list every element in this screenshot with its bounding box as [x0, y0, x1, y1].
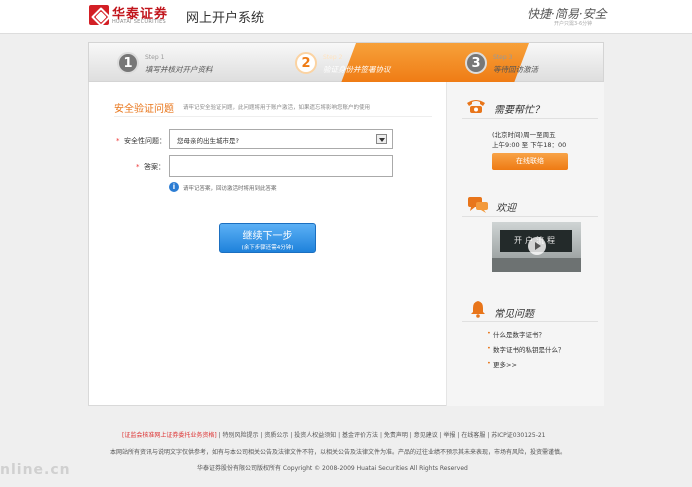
help-hours: (北京时间)周一至周五 [492, 131, 556, 139]
bell-icon [471, 301, 485, 318]
footer-license-link[interactable]: [证监会核准网上证券委托业务资格] [122, 432, 217, 439]
header: 华泰证券 HUATAI SECURITIES 网上开户系统 快捷·简易·安全 开… [0, 0, 692, 34]
play-icon[interactable] [528, 237, 546, 255]
step-progress-bar: 1 Step 1 填写并核对开户资料 2 Step 2 验证身份并签署协议 3 … [88, 42, 604, 83]
section-note: 请牢记安全验证问题，此问题将用于账户激活，如果遗忘将影响您账户的使用 [183, 105, 371, 111]
help-divider [462, 118, 598, 119]
answer-label: 答案： [144, 163, 165, 171]
answer-hint: 请牢记答案，回访激活时将用到此答案 [183, 186, 277, 192]
next-step-sub: (余下步骤还需4分钟) [241, 245, 294, 251]
security-question-select[interactable]: 您母亲的出生城市是? [169, 129, 393, 149]
video-desk [492, 258, 581, 272]
intro-video[interactable]: 开户流程 [492, 222, 581, 272]
faq-title: 常见问题 [494, 309, 534, 320]
step-2-text: 验证身份并签署协议 [323, 65, 391, 74]
step-2-number: 2 [295, 52, 317, 74]
faq-item-more[interactable]: 更多>> [487, 359, 517, 369]
step-3-number: 3 [465, 52, 487, 74]
step-3-label: Step 3 [493, 54, 513, 61]
footer-links[interactable]: [证监会核准网上证券委托业务资格] | 特别风险提示 | 资质公示 | 投资人权… [122, 430, 546, 439]
step-1-text: 填写并核对开户资料 [145, 65, 213, 74]
footer-copyright: 华泰证券股份有限公司版权所有 Copyright © 2008-2009 Hua… [197, 465, 468, 472]
footer-disclaimer: 本网站所有资讯与说明文字仅供参考，如有与本公司相关公告及法律文件不符，以相关公告… [110, 449, 567, 456]
required-mark: * [116, 137, 120, 145]
step-2-label: Step 2 [323, 54, 343, 61]
slogan-sub: 开户只需3-6分钟 [554, 21, 593, 27]
watermark: nline.cn [0, 462, 71, 478]
huatai-logo-icon[interactable] [89, 5, 109, 25]
step-active-highlight [341, 43, 529, 83]
faq-item-private-key[interactable]: 数字证书的私钥是什么？ [487, 344, 564, 354]
section-divider [114, 116, 432, 117]
security-question-value: 您母亲的出生城市是? [177, 137, 239, 145]
step-1-label: Step 1 [145, 54, 165, 61]
chat-icon [468, 197, 488, 213]
system-title: 网上开户系统 [186, 11, 265, 26]
section-title: 安全验证问题 [114, 104, 174, 115]
info-icon: i [169, 182, 179, 192]
help-title: 需要帮忙？ [494, 105, 544, 116]
online-contact-button[interactable]: 在线联络 [492, 153, 568, 170]
phone-icon [467, 100, 485, 113]
next-step-label: 继续下一步 [242, 231, 293, 242]
welcome-title: 欢迎 [496, 203, 516, 214]
next-step-button[interactable]: 继续下一步 (余下步骤还需4分钟) [219, 223, 316, 253]
faq-divider [462, 321, 598, 322]
footer-link-list[interactable]: | 特别风险提示 | 资质公示 | 投资人权益须知 | 基金评价方法 | 免责声… [217, 432, 546, 439]
step-1-number: 1 [117, 52, 139, 74]
page-root: 华泰证券 HUATAI SECURITIES 网上开户系统 快捷·简易·安全 开… [0, 0, 692, 487]
question-label: 安全性问题： [124, 137, 166, 145]
chevron-down-icon[interactable] [376, 134, 387, 144]
required-mark: * [136, 163, 140, 171]
step-3-text: 等待回访激活 [493, 65, 538, 74]
faq-item-digital-cert[interactable]: 什么是数字证书？ [487, 329, 545, 339]
welcome-divider [462, 216, 598, 217]
brand-name-en: HUATAI SECURITIES [112, 19, 166, 25]
answer-input[interactable] [169, 155, 393, 177]
help-time: 上午9:00 至 下午18：00 [492, 141, 567, 149]
